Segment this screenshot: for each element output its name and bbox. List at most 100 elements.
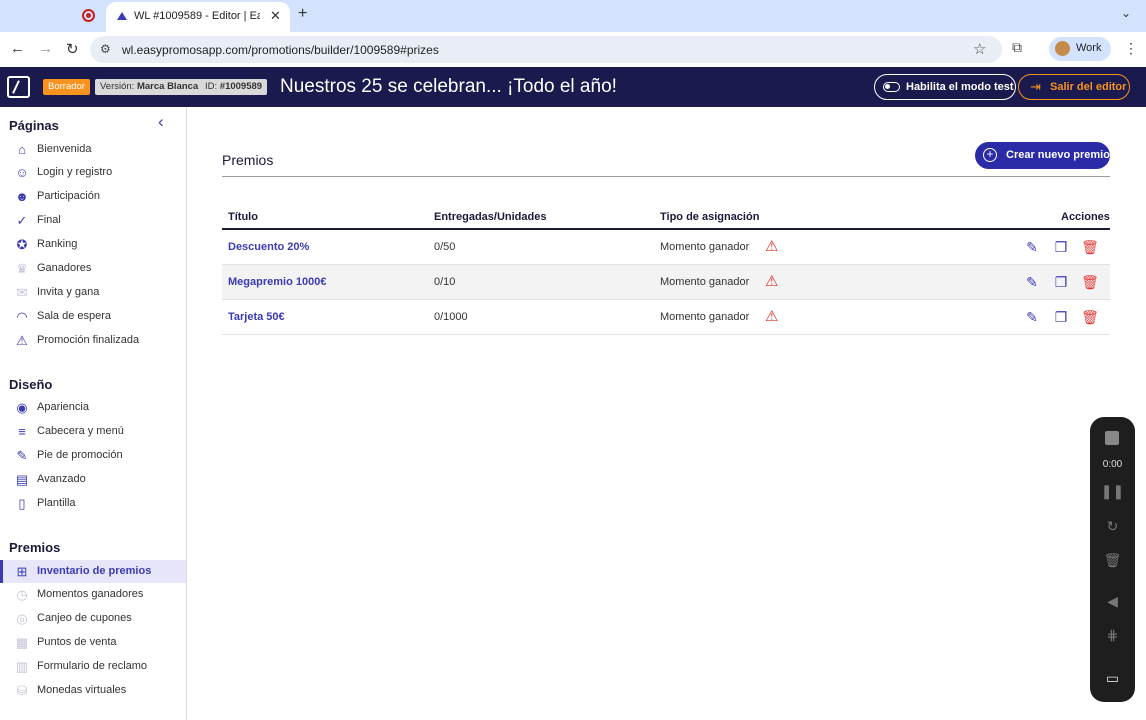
copy-icon[interactable]: ❐ xyxy=(1052,274,1070,290)
warning-icon[interactable]: ⚠ xyxy=(765,274,778,289)
collapse-sidebar-icon[interactable]: ‹ xyxy=(158,112,164,132)
warning-icon[interactable]: ⚠ xyxy=(765,239,778,254)
stop-icon[interactable] xyxy=(1105,431,1119,445)
sidebar-item-label: Login y registro xyxy=(37,166,113,178)
sidebar-item-invita[interactable]: ✉ Invita y gana xyxy=(0,281,186,304)
sidebar-item-canjeo[interactable]: ◎ Canjeo de cupones xyxy=(0,607,186,630)
browser-tab-active[interactable]: WL #1009589 - Editor | Easy ✕ xyxy=(106,2,290,32)
url-text: wl.easypromosapp.com/promotions/builder/… xyxy=(122,43,439,57)
delete-icon[interactable]: 🗑 xyxy=(1081,239,1099,255)
sidebar-item-final[interactable]: ✓ Final xyxy=(0,209,186,232)
sidebar-item-momentos[interactable]: ◷ Momentos ganadores xyxy=(0,583,186,606)
browser-menu-icon[interactable]: ⋮ xyxy=(1124,40,1138,57)
profile-label: Work xyxy=(1076,42,1102,54)
medal-icon: ✪ xyxy=(16,237,28,252)
sidebar-item-participacion[interactable]: ☻ Participación xyxy=(0,185,186,208)
warning-icon: ⚠ xyxy=(16,333,28,348)
form-icon: ▥ xyxy=(15,659,29,674)
sidebar-item-promocion-finalizada[interactable]: ⚠ Promoción finalizada xyxy=(0,329,186,352)
exit-icon: ⇥ xyxy=(1030,79,1041,94)
sidebar-item-label: Pie de promoción xyxy=(37,449,123,461)
gift-box-icon: ⊞ xyxy=(16,564,28,579)
prize-units: 0/50 xyxy=(434,241,456,253)
create-prize-label: Crear nuevo premio xyxy=(1006,149,1110,161)
sidebar-item-apariencia[interactable]: ◉ Apariencia xyxy=(0,396,186,419)
version-value: Marca Blanca xyxy=(136,81,199,92)
sidebar-item-label: Invita y gana xyxy=(37,286,100,298)
prize-title-link[interactable]: Tarjeta 50€ xyxy=(228,311,285,323)
column-header-entregadas: Entregadas/Unidades xyxy=(434,211,547,223)
sidebar-item-formulario[interactable]: ▥ Formulario de reclamo xyxy=(0,655,186,678)
sidebar-item-ganadores[interactable]: ♛ Ganadores xyxy=(0,257,186,280)
sidebar-item-plantilla[interactable]: ▯ Plantilla xyxy=(0,492,186,515)
sidebar-item-label: Ganadores xyxy=(37,262,92,274)
grid-icon[interactable]: ⋕ xyxy=(1090,627,1135,644)
prize-units: 0/10 xyxy=(434,276,456,288)
file-icon: ▯ xyxy=(18,496,26,511)
sidebar-item-ranking[interactable]: ✪ Ranking xyxy=(0,233,186,256)
warning-icon[interactable]: ⚠ xyxy=(765,309,778,324)
edit-icon[interactable]: ✎ xyxy=(1023,309,1041,325)
new-tab-icon[interactable]: + xyxy=(298,5,307,23)
pencil-icon: ✎ xyxy=(16,448,28,463)
prize-title-link[interactable]: Descuento 20% xyxy=(228,241,309,253)
table-row: Tarjeta 50€ 0/1000 Momento ganador ⚠ ✎ ❐… xyxy=(222,300,1110,335)
sidebar-item-sala-espera[interactable]: ◠ Sala de espera xyxy=(0,305,186,328)
sidebar-item-label: Momentos ganadores xyxy=(37,588,144,600)
site-settings-icon[interactable]: ⚙ xyxy=(100,42,111,56)
volume-icon[interactable]: ◀ xyxy=(1090,593,1135,610)
avatar xyxy=(1055,41,1070,56)
trash-icon[interactable]: 🗑 xyxy=(1090,552,1135,569)
profile-button[interactable]: Work xyxy=(1049,37,1111,61)
sidebar-item-label: Plantilla xyxy=(37,497,76,509)
clock-icon: ◷ xyxy=(16,587,28,602)
delete-icon[interactable]: 🗑 xyxy=(1081,274,1099,290)
sidebar-heading-premios: Premios xyxy=(9,540,61,555)
reload-icon[interactable]: ↻ xyxy=(66,40,79,58)
sidebar-item-label: Puntos de venta xyxy=(37,636,117,648)
sidebar-item-bienvenida[interactable]: ⌂ Bienvenida xyxy=(0,138,186,161)
gift-icon: ✉ xyxy=(16,285,28,300)
delete-icon[interactable]: 🗑 xyxy=(1081,309,1099,325)
users-icon: ☻ xyxy=(15,189,29,204)
sidebar-item-puntos-venta[interactable]: ▦ Puntos de venta xyxy=(0,631,186,654)
sidebar-item-monedas[interactable]: ⛁ Monedas virtuales xyxy=(0,679,186,702)
edit-icon[interactable]: ✎ xyxy=(1023,274,1041,290)
sidebar-item-pie[interactable]: ✎ Pie de promoción xyxy=(0,444,186,467)
restart-icon[interactable]: ↻ xyxy=(1090,518,1135,535)
tab-close-icon[interactable]: ✕ xyxy=(270,8,281,24)
forward-icon[interactable]: → xyxy=(38,40,53,57)
extensions-icon[interactable]: ⧉ xyxy=(1012,39,1022,56)
column-header-titulo: Título xyxy=(228,211,258,223)
sidebar-item-login[interactable]: ☺ Login y registro xyxy=(0,161,186,184)
exit-editor-button[interactable]: ⇥ Salir del editor xyxy=(1018,74,1130,100)
page-title: Premios xyxy=(222,152,274,168)
test-mode-button[interactable]: Habilita el modo test xyxy=(874,74,1016,100)
column-header-tipo: Tipo de asignación xyxy=(660,211,760,223)
easypromos-logo-icon[interactable] xyxy=(7,76,30,98)
back-icon[interactable]: ← xyxy=(10,40,25,57)
promotion-title: Nuestros 25 se celebran... ¡Todo el año! xyxy=(280,76,617,97)
pause-icon[interactable]: ❚❚ xyxy=(1090,483,1135,500)
sidebar-item-avanzado[interactable]: ▤ Avanzado xyxy=(0,468,186,491)
copy-icon[interactable]: ❐ xyxy=(1052,239,1070,255)
sidebar-item-inventario[interactable]: ⊞ Inventario de premios xyxy=(0,560,186,583)
sidebar: ‹ Páginas ⌂ Bienvenida ☺ Login y registro … xyxy=(0,107,187,720)
camera-icon[interactable]: ▭ xyxy=(1090,670,1135,687)
sidebar-item-label: Inventario de premios xyxy=(37,565,152,577)
tab-search-chevron-icon[interactable]: ⌄ xyxy=(1121,6,1131,20)
address-bar[interactable]: ⚙ wl.easypromosapp.com/promotions/builde… xyxy=(90,36,1002,63)
prize-assignment-type: Momento ganador xyxy=(660,311,750,323)
copy-icon[interactable]: ❐ xyxy=(1052,309,1070,325)
column-header-acciones: Acciones xyxy=(1061,211,1110,223)
sidebar-item-label: Ranking xyxy=(37,238,78,250)
trophy-icon: ♛ xyxy=(16,261,28,276)
bookmark-star-icon[interactable]: ☆ xyxy=(973,40,986,58)
tab-title: WL #1009589 - Editor | Easy xyxy=(134,10,260,22)
table-row: Descuento 20% 0/50 Momento ganador ⚠ ✎ ❐… xyxy=(222,230,1110,265)
edit-icon[interactable]: ✎ xyxy=(1023,239,1041,255)
prize-title-link[interactable]: Megapremio 1000€ xyxy=(228,276,326,288)
create-prize-button[interactable]: + Crear nuevo premio xyxy=(975,142,1110,169)
sidebar-item-cabecera[interactable]: ≡ Cabecera y menú xyxy=(0,420,186,443)
sidebar-item-label: Final xyxy=(37,214,61,226)
